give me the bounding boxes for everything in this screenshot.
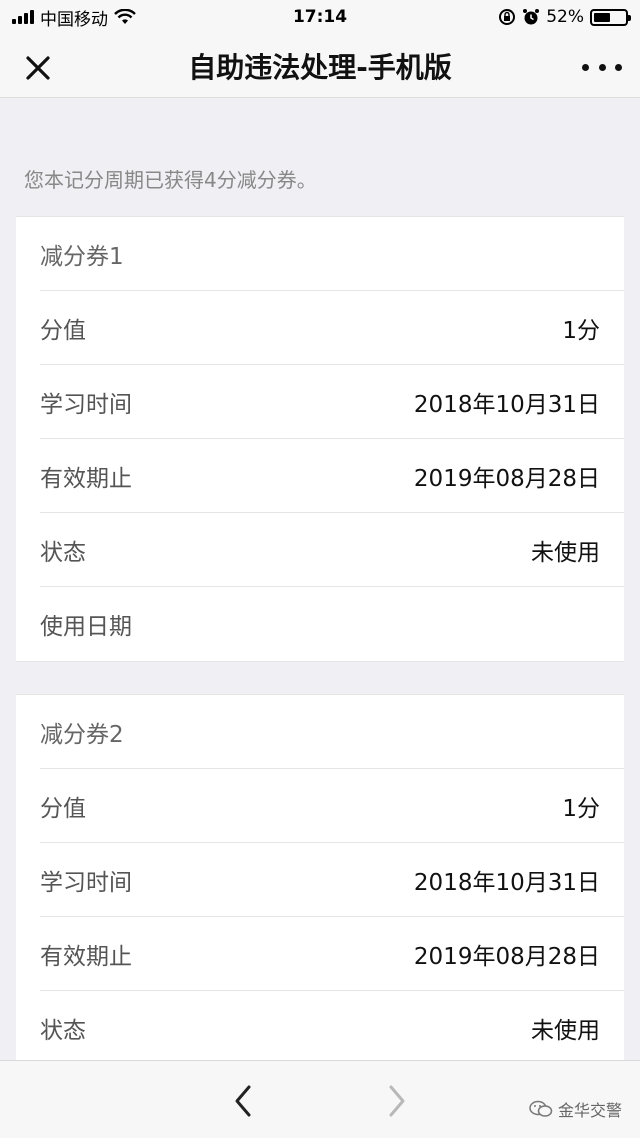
row-value: 2019年08月28日 bbox=[413, 943, 600, 970]
close-icon[interactable] bbox=[20, 50, 56, 86]
row-value: 未使用 bbox=[531, 539, 600, 566]
row-label: 使用日期 bbox=[40, 614, 132, 640]
wifi-icon bbox=[114, 9, 136, 24]
row-value: 1分 bbox=[562, 317, 600, 344]
coupon-header: 减分券1 bbox=[40, 217, 624, 291]
main-content[interactable]: 您本记分周期已获得4分减分券。 减分券1 分值 1分 学习时间 2018年10月… bbox=[0, 98, 640, 1060]
row-label: 学习时间 bbox=[40, 869, 132, 896]
alarm-icon bbox=[523, 9, 540, 25]
row-label: 有效期止 bbox=[40, 465, 132, 492]
wechat-icon bbox=[529, 1100, 553, 1117]
bottom-toolbar: 金华交警 bbox=[0, 1060, 640, 1138]
row-label: 状态 bbox=[40, 539, 86, 566]
row-study-time: 学习时间 2018年10月31日 bbox=[40, 365, 624, 439]
chevron-left-icon[interactable] bbox=[228, 1081, 258, 1121]
row-value: 2019年08月28日 bbox=[413, 465, 600, 492]
row-value: 1分 bbox=[562, 795, 600, 822]
row-valid-until: 有效期止 2019年08月28日 bbox=[40, 917, 624, 991]
nav-bar: 自助违法处理-手机版 bbox=[0, 34, 640, 98]
status-bar: 中国移动 17:14 52% bbox=[0, 0, 640, 34]
coupon-card-2: 减分券2 分值 1分 学习时间 2018年10月31日 有效期止 2019年08… bbox=[16, 694, 624, 1060]
coupon-name: 减分券2 bbox=[40, 721, 124, 748]
row-label: 学习时间 bbox=[40, 391, 132, 418]
row-value: 2018年10月31日 bbox=[413, 391, 600, 418]
row-label: 有效期止 bbox=[40, 943, 132, 970]
coupon-header: 减分券2 bbox=[40, 695, 624, 769]
row-status: 状态 未使用 bbox=[40, 991, 624, 1060]
chevron-right-icon[interactable] bbox=[382, 1081, 412, 1121]
row-label: 分值 bbox=[40, 795, 86, 822]
row-status: 状态 未使用 bbox=[40, 513, 624, 587]
row-value: 未使用 bbox=[531, 1018, 600, 1044]
row-valid-until: 有效期止 2019年08月28日 bbox=[40, 439, 624, 513]
status-left: 中国移动 bbox=[12, 5, 136, 30]
row-study-time: 学习时间 2018年10月31日 bbox=[40, 843, 624, 917]
status-right: 52% bbox=[498, 7, 631, 27]
row-score-value: 分值 1分 bbox=[40, 769, 624, 843]
coupon-card-1: 减分券1 分值 1分 学习时间 2018年10月31日 有效期止 2019年08… bbox=[16, 216, 624, 662]
more-icon[interactable] bbox=[582, 52, 622, 82]
points-notice: 您本记分周期已获得4分减分券。 bbox=[24, 168, 317, 192]
row-value: 2018年10月31日 bbox=[413, 869, 600, 896]
row-label: 状态 bbox=[40, 1018, 86, 1044]
coupon-name: 减分券1 bbox=[40, 243, 124, 270]
carrier-name: 中国移动 bbox=[40, 9, 108, 30]
watermark-text: 金华交警 bbox=[557, 1101, 622, 1120]
row-label: 分值 bbox=[40, 317, 86, 344]
signal-icon bbox=[12, 10, 34, 24]
battery-level bbox=[594, 12, 610, 22]
page-title: 自助违法处理-手机版 bbox=[188, 50, 452, 84]
watermark: 金华交警 bbox=[528, 1097, 622, 1121]
battery-percent: 52% bbox=[546, 7, 584, 27]
row-score-value: 分值 1分 bbox=[40, 291, 624, 365]
row-use-date: 使用日期 bbox=[40, 587, 624, 661]
battery-icon bbox=[590, 8, 631, 26]
rotation-lock-icon bbox=[499, 9, 516, 25]
